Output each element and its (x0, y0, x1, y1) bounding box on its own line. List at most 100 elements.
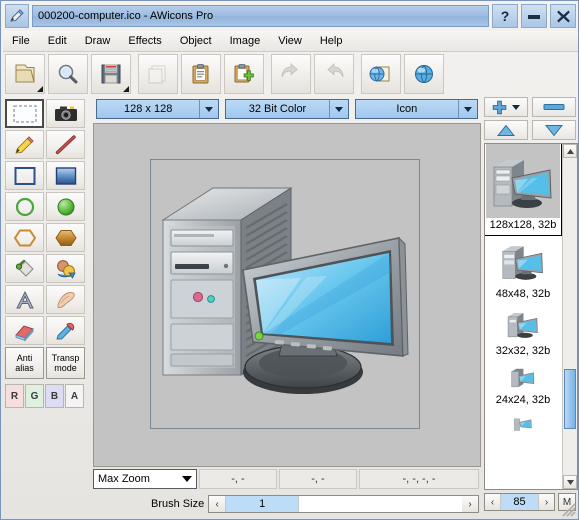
globe-page-icon (369, 66, 390, 82)
images-list[interactable]: 128x128, 32b 48x48, 32b 32x32, 32b 24x24… (484, 143, 578, 490)
minimize-button[interactable] (521, 4, 547, 28)
scroll-down-button[interactable] (563, 475, 577, 489)
smudge-finger-icon (57, 291, 75, 308)
selection-cell: -, -, -, - (359, 469, 479, 489)
tool-rectangle-outline[interactable] (5, 161, 44, 190)
preview-button[interactable] (48, 54, 88, 94)
close-button[interactable] (550, 4, 576, 28)
channel-green[interactable]: G (25, 384, 44, 408)
color-depth-combo[interactable]: 32 Bit Color (225, 99, 349, 119)
open-button[interactable] (5, 54, 45, 94)
magnifier-icon (58, 64, 78, 84)
minus-icon (543, 104, 565, 110)
transparency-mode-toggle[interactable]: Transp mode (46, 347, 85, 379)
anti-alias-toggle[interactable]: Anti alias (5, 347, 44, 379)
zoom-combo[interactable]: Max Zoom (93, 469, 197, 489)
image-type-combo[interactable]: Icon (354, 99, 478, 119)
tool-rectangle-filled[interactable] (46, 161, 85, 190)
canvas-area[interactable] (93, 123, 481, 467)
image-item-48[interactable]: 48x48, 32b (485, 235, 561, 304)
move-up-button[interactable] (484, 120, 528, 140)
brush-size-track-rest[interactable] (299, 496, 462, 512)
scroll-up-button[interactable] (563, 144, 577, 158)
tool-screen-capture[interactable] (46, 99, 85, 128)
brush-size-next[interactable]: › (462, 496, 478, 512)
folder-open-icon (15, 64, 35, 83)
export-web-button[interactable] (361, 54, 401, 94)
computer-thumb-icon (514, 418, 532, 431)
image-item-48-thumb (486, 235, 560, 287)
menu-bar: File Edit Draw Effects Object Image View… (3, 31, 578, 52)
cursor-position-cell: -, - (199, 469, 277, 489)
remove-image-button[interactable] (532, 97, 576, 117)
tool-ellipse-filled[interactable] (46, 192, 85, 221)
tool-eraser[interactable] (5, 316, 44, 345)
dropdown-corner (123, 86, 129, 92)
image-item-24[interactable]: 24x24, 32b (485, 361, 561, 410)
dropdown-corner (37, 86, 43, 92)
image-item-16-thumb (486, 410, 560, 436)
paste-new-button[interactable] (224, 54, 264, 94)
transp-mode-line2: mode (54, 363, 77, 373)
menu-item-edit[interactable]: Edit (39, 32, 76, 50)
status-bar: Max Zoom -, - -, - -, -, -, - (93, 469, 479, 490)
images-list-scrollbar[interactable] (562, 144, 577, 489)
brush-size-slider[interactable]: ‹ 1 › (208, 495, 479, 513)
computer-thumb-icon (507, 313, 538, 338)
resize-grip[interactable] (562, 503, 576, 517)
image-item-32[interactable]: 32x32, 32b (485, 304, 561, 361)
menu-item-object[interactable]: Object (171, 32, 221, 50)
image-index-prev[interactable]: ‹ (485, 494, 501, 510)
marquee-select-icon (12, 104, 37, 123)
ellipse-filled-icon (57, 198, 74, 215)
chevron-down-icon[interactable] (178, 476, 196, 482)
paste-button[interactable] (181, 54, 221, 94)
tool-fill-bucket[interactable] (5, 254, 44, 283)
brush-size-value[interactable]: 1 (225, 496, 300, 512)
image-index-next[interactable]: › (538, 494, 554, 510)
image-index-spinner[interactable]: ‹ 85 › (484, 493, 555, 511)
paint-bucket-icon (15, 259, 34, 277)
channel-red[interactable]: R (5, 384, 24, 408)
tool-gradient-replace[interactable] (46, 254, 85, 283)
channel-blue[interactable]: B (45, 384, 64, 408)
add-image-button[interactable] (484, 97, 528, 117)
image-item-128[interactable]: 128x128, 32b (485, 144, 562, 236)
chevron-down-icon[interactable] (512, 104, 520, 110)
image-index-value[interactable]: 85 (501, 494, 538, 510)
line-icon (55, 134, 76, 154)
chevron-down-icon[interactable] (457, 100, 477, 118)
brush-size-prev[interactable]: ‹ (209, 496, 226, 512)
tool-polygon-filled[interactable] (46, 223, 85, 252)
web-button[interactable] (404, 54, 444, 94)
tool-select-rectangle[interactable] (5, 99, 44, 128)
polygon-filled-icon (54, 229, 77, 246)
tool-color-picker[interactable] (46, 316, 85, 345)
chevron-down-icon[interactable] (199, 100, 218, 118)
tool-smudge[interactable] (46, 285, 85, 314)
clipboard-plus-icon (234, 64, 254, 83)
tool-text[interactable] (5, 285, 44, 314)
channel-alpha[interactable]: A (65, 384, 84, 408)
menu-item-view[interactable]: View (269, 32, 311, 50)
save-button[interactable] (91, 54, 131, 94)
menu-item-image[interactable]: Image (221, 32, 270, 50)
canvas-image[interactable] (150, 159, 420, 429)
menu-item-file[interactable]: File (3, 32, 39, 50)
image-item-16[interactable] (485, 410, 561, 441)
tool-pencil[interactable] (5, 130, 44, 159)
menu-item-help[interactable]: Help (311, 32, 352, 50)
move-down-button[interactable] (532, 120, 576, 140)
tool-line[interactable] (46, 130, 85, 159)
tool-polygon-outline[interactable] (5, 223, 44, 252)
chevron-down-icon[interactable] (328, 100, 348, 118)
menu-item-effects[interactable]: Effects (119, 32, 170, 50)
menu-item-draw[interactable]: Draw (76, 32, 120, 50)
help-button[interactable]: ? (492, 4, 518, 28)
size-combo[interactable]: 128 x 128 (96, 99, 220, 119)
tool-ellipse-outline[interactable] (5, 192, 44, 221)
transp-mode-line1: Transp (51, 353, 80, 363)
scrollbar-thumb[interactable] (564, 369, 576, 429)
caret-up-icon (566, 148, 574, 154)
image-item-32-caption: 32x32, 32b (495, 345, 551, 357)
